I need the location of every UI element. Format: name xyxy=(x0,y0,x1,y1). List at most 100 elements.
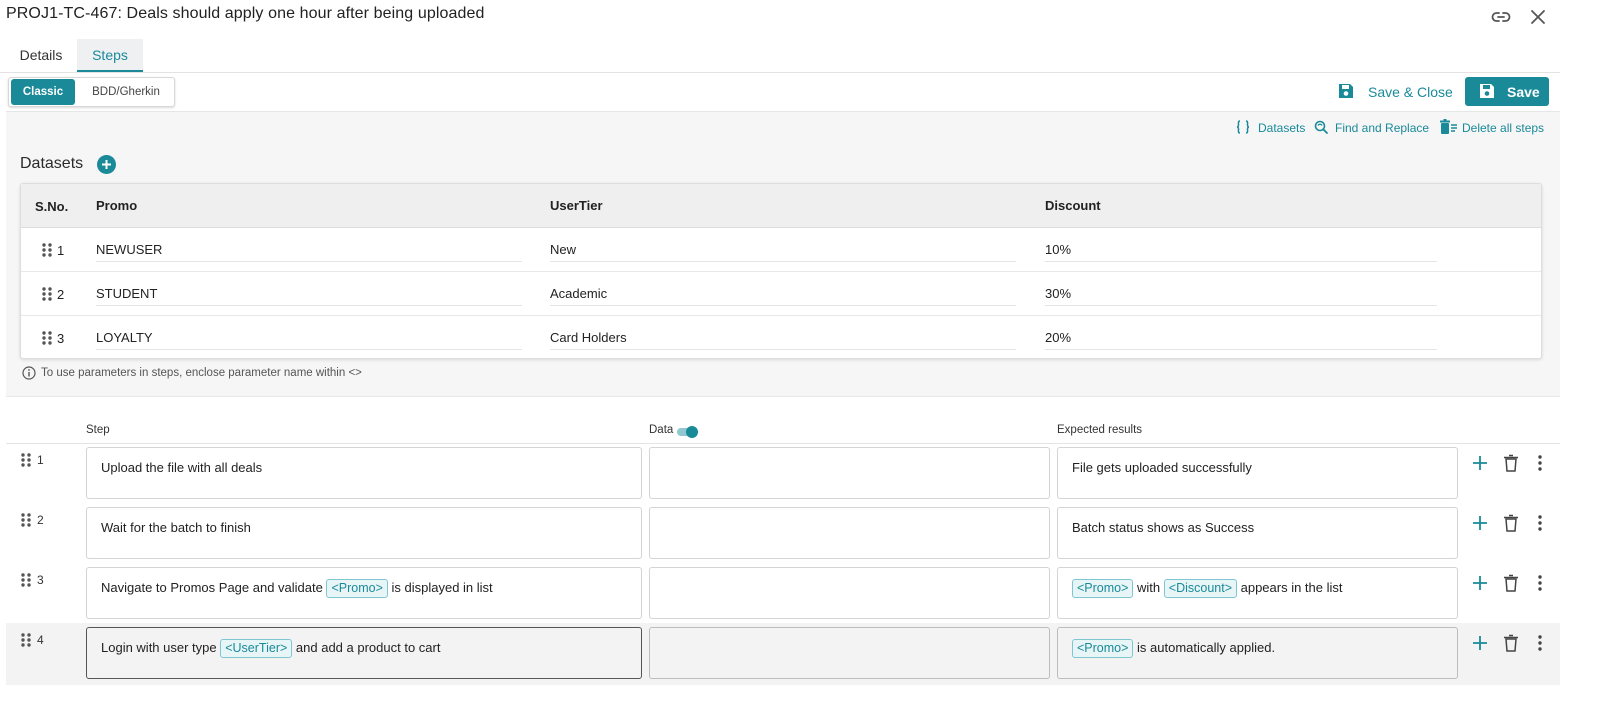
save-and-close-label: Save & Close xyxy=(1368,84,1453,100)
usertier-cell[interactable]: New xyxy=(550,242,576,257)
parameter-hint-text: To use parameters in steps, enclose para… xyxy=(41,367,362,379)
save-icon xyxy=(1339,84,1353,98)
col-header-promo: Promo xyxy=(96,198,138,213)
cell-underline xyxy=(1045,261,1437,262)
step-text: appears in the list xyxy=(1237,580,1343,595)
expected-result-input[interactable]: File gets uploaded successfully xyxy=(1057,447,1458,499)
step-input[interactable]: Upload the file with all deals xyxy=(86,447,642,499)
discount-cell[interactable]: 20% xyxy=(1045,330,1071,345)
add-step-icon[interactable] xyxy=(1472,634,1488,652)
step-text: Wait for the batch to finish xyxy=(101,520,251,535)
more-options-icon[interactable] xyxy=(1532,574,1548,592)
data-input[interactable] xyxy=(649,627,1050,679)
step-number: 1 xyxy=(37,453,44,467)
parameter-chip: <Promo> xyxy=(1072,639,1134,658)
step-text: is displayed in list xyxy=(387,580,493,595)
col-header-discount: Discount xyxy=(1045,198,1101,213)
info-icon xyxy=(22,366,36,380)
usertier-cell[interactable]: Academic xyxy=(550,286,607,301)
braces-icon xyxy=(1236,120,1250,134)
datasets-table-header: S.No. Promo UserTier Discount xyxy=(21,184,1541,228)
expected-result-input[interactable]: <Promo> is automatically applied. xyxy=(1057,627,1458,679)
promo-cell[interactable]: LOYALTY xyxy=(96,330,153,345)
step-text: with xyxy=(1133,580,1164,595)
delete-step-icon[interactable] xyxy=(1503,634,1519,652)
data-input[interactable] xyxy=(649,567,1050,619)
step-text: and add a product to cart xyxy=(292,640,441,655)
cell-underline xyxy=(1045,349,1437,350)
parameter-chip: <Promo> xyxy=(1072,579,1134,598)
add-step-icon[interactable] xyxy=(1472,454,1488,472)
save-and-close-button[interactable]: Save & Close xyxy=(1333,78,1453,106)
cell-underline xyxy=(550,349,1016,350)
more-options-icon[interactable] xyxy=(1532,454,1548,472)
delete-step-icon[interactable] xyxy=(1503,574,1519,592)
step-text: Batch status shows as Success xyxy=(1072,520,1255,535)
step-input[interactable]: Login with user type <UserTier> and add … xyxy=(86,627,642,679)
step-number: 4 xyxy=(37,633,44,647)
parameter-chip: <Promo> xyxy=(326,579,388,598)
table-row: 2 STUDENT Academic 30% xyxy=(21,272,1541,316)
drag-handle-icon[interactable] xyxy=(20,512,32,528)
step-text: Upload the file with all deals xyxy=(101,460,263,475)
datasets-link-label: Datasets xyxy=(1258,121,1306,135)
tab-details[interactable]: Details xyxy=(8,39,74,72)
save-button[interactable]: Save xyxy=(1465,77,1549,106)
plus-circle-icon xyxy=(97,155,116,174)
drag-handle-icon[interactable] xyxy=(20,452,32,468)
usertier-cell[interactable]: Card Holders xyxy=(550,330,627,345)
expected-result-input[interactable]: <Promo> with <Discount> appears in the l… xyxy=(1057,567,1458,619)
close-icon[interactable] xyxy=(1527,6,1549,28)
step-number: 3 xyxy=(37,573,44,587)
data-column-toggle[interactable] xyxy=(677,425,699,439)
drag-handle-icon[interactable] xyxy=(20,632,32,648)
tabs-divider xyxy=(0,72,1560,73)
discount-cell[interactable]: 30% xyxy=(1045,286,1071,301)
find-replace-icon xyxy=(1314,120,1328,134)
cell-underline xyxy=(96,261,522,262)
expected-result-input[interactable]: Batch status shows as Success xyxy=(1057,507,1458,559)
datasets-title: Datasets xyxy=(20,155,84,172)
delete-all-icon xyxy=(1440,119,1457,134)
step-input[interactable]: Navigate to Promos Page and validate <Pr… xyxy=(86,567,642,619)
promo-cell[interactable]: NEWUSER xyxy=(96,242,162,257)
col-header-expected: Expected results xyxy=(1057,424,1143,436)
promo-cell[interactable]: STUDENT xyxy=(96,286,157,301)
toggle-switch-icon xyxy=(677,426,698,438)
link-icon[interactable] xyxy=(1490,6,1512,28)
classic-mode-button[interactable]: Classic xyxy=(11,79,75,105)
cell-underline xyxy=(96,305,522,306)
drag-handle-icon[interactable] xyxy=(20,572,32,588)
delete-step-icon[interactable] xyxy=(1503,514,1519,532)
step-input[interactable]: Wait for the batch to finish xyxy=(86,507,642,559)
step-number: 2 xyxy=(37,513,44,527)
delete-step-icon[interactable] xyxy=(1503,454,1519,472)
datasets-table: S.No. Promo UserTier Discount 1 NEWUSER … xyxy=(20,183,1542,359)
data-input[interactable] xyxy=(649,507,1050,559)
more-options-icon[interactable] xyxy=(1532,634,1548,652)
col-header-data: Data xyxy=(649,424,674,436)
table-row: 3 LOYALTY Card Holders 20% xyxy=(21,316,1541,360)
add-step-icon[interactable] xyxy=(1472,574,1488,592)
data-input[interactable] xyxy=(649,447,1050,499)
save-icon xyxy=(1480,84,1494,98)
parameter-chip: <UserTier> xyxy=(220,639,293,658)
steps-header-divider xyxy=(6,443,1560,444)
drag-handle-icon[interactable] xyxy=(41,286,53,302)
tab-steps[interactable]: Steps xyxy=(77,39,143,72)
drag-handle-icon[interactable] xyxy=(41,242,53,258)
cell-underline xyxy=(1045,305,1437,306)
add-step-icon[interactable] xyxy=(1472,514,1488,532)
drag-handle-icon[interactable] xyxy=(41,330,53,346)
save-label: Save xyxy=(1507,84,1540,100)
row-number: 3 xyxy=(57,331,65,346)
col-header-sno: S.No. xyxy=(35,199,69,214)
add-dataset-button[interactable] xyxy=(97,155,116,174)
row-number: 1 xyxy=(57,243,65,258)
cell-underline xyxy=(550,305,1016,306)
step-text: File gets uploaded successfully xyxy=(1072,460,1252,475)
more-options-icon[interactable] xyxy=(1532,514,1548,532)
page-title: PROJ1-TC-467: Deals should apply one hou… xyxy=(6,5,485,22)
discount-cell[interactable]: 10% xyxy=(1045,242,1071,257)
bdd-gherkin-mode-button[interactable]: BDD/Gherkin xyxy=(79,79,173,105)
